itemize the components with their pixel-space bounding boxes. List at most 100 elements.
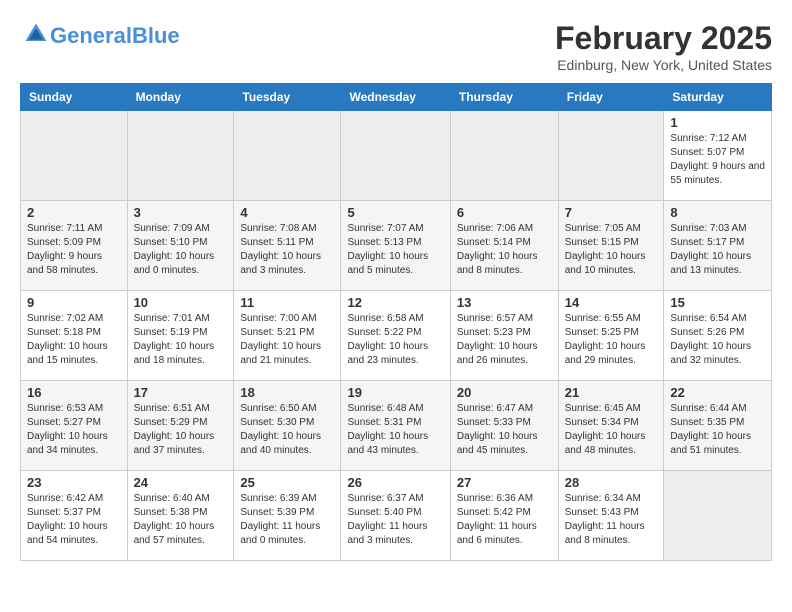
day-number: 11 <box>240 295 334 310</box>
calendar-cell <box>341 111 450 201</box>
calendar-cell: 2 Sunrise: 7:11 AM Sunset: 5:09 PM Daylig… <box>21 201 128 291</box>
day-info: Sunrise: 7:06 AM Sunset: 5:14 PM Dayligh… <box>457 222 552 278</box>
day-number: 13 <box>457 295 552 310</box>
day-info: Sunrise: 6:53 AM Sunset: 5:27 PM Dayligh… <box>27 402 121 458</box>
day-info: Sunrise: 7:05 AM Sunset: 5:15 PM Dayligh… <box>565 222 658 278</box>
calendar-cell <box>234 111 341 201</box>
calendar-cell: 13 Sunrise: 6:57 AM Sunset: 5:23 PM Dayli… <box>450 291 558 381</box>
day-info: Sunrise: 7:09 AM Sunset: 5:10 PM Dayligh… <box>134 222 228 278</box>
calendar-cell: 20 Sunrise: 6:47 AM Sunset: 5:33 PM Dayli… <box>450 381 558 471</box>
col-header-thursday: Thursday <box>450 84 558 111</box>
calendar-cell: 3Sunrise: 7:09 AM Sunset: 5:10 PM Daylig… <box>127 201 234 291</box>
day-info: Sunrise: 7:11 AM Sunset: 5:09 PM Dayligh… <box>27 222 121 278</box>
logo-line2: Blue <box>132 23 180 48</box>
calendar-cell: 10 Sunrise: 7:01 AM Sunset: 5:19 PM Dayli… <box>127 291 234 381</box>
logo: GeneralBlue <box>20 20 180 53</box>
calendar-cell: 9 Sunrise: 7:02 AM Sunset: 5:18 PM Daylig… <box>21 291 128 381</box>
day-number: 26 <box>347 475 443 490</box>
calendar-cell: 19 Sunrise: 6:48 AM Sunset: 5:31 PM Dayli… <box>341 381 450 471</box>
day-number: 7 <box>565 205 658 220</box>
calendar-header-row: SundayMondayTuesdayWednesdayThursdayFrid… <box>21 84 772 111</box>
title-block: February 2025 Edinburg, New York, United… <box>555 20 772 73</box>
day-number: 23 <box>27 475 121 490</box>
calendar-cell: 27 Sunrise: 6:36 AM Sunset: 5:42 PM Dayli… <box>450 471 558 561</box>
calendar-cell: 14 Sunrise: 6:55 AM Sunset: 5:25 PM Dayli… <box>558 291 664 381</box>
calendar-table: SundayMondayTuesdayWednesdayThursdayFrid… <box>20 83 772 561</box>
calendar-cell: 26 Sunrise: 6:37 AM Sunset: 5:40 PM Dayli… <box>341 471 450 561</box>
day-info: Sunrise: 6:48 AM Sunset: 5:31 PM Dayligh… <box>347 402 443 458</box>
calendar-cell: 17 Sunrise: 6:51 AM Sunset: 5:29 PM Dayli… <box>127 381 234 471</box>
page-header: GeneralBlue February 2025 Edinburg, New … <box>20 20 772 73</box>
calendar-cell: 23 Sunrise: 6:42 AM Sunset: 5:37 PM Dayli… <box>21 471 128 561</box>
calendar-cell: 6 Sunrise: 7:06 AM Sunset: 5:14 PM Daylig… <box>450 201 558 291</box>
day-number: 28 <box>565 475 658 490</box>
day-number: 17 <box>134 385 228 400</box>
day-number: 1 <box>670 115 765 130</box>
calendar-cell: 22 Sunrise: 6:44 AM Sunset: 5:35 PM Dayli… <box>664 381 772 471</box>
col-header-friday: Friday <box>558 84 664 111</box>
day-info: Sunrise: 6:58 AM Sunset: 5:22 PM Dayligh… <box>347 312 443 368</box>
col-header-wednesday: Wednesday <box>341 84 450 111</box>
day-number: 19 <box>347 385 443 400</box>
day-number: 8 <box>670 205 765 220</box>
calendar-week-row: 1Sunrise: 7:12 AM Sunset: 5:07 PM Daylig… <box>21 111 772 201</box>
day-number: 21 <box>565 385 658 400</box>
calendar-cell: 21 Sunrise: 6:45 AM Sunset: 5:34 PM Dayli… <box>558 381 664 471</box>
col-header-saturday: Saturday <box>664 84 772 111</box>
day-info: Sunrise: 6:47 AM Sunset: 5:33 PM Dayligh… <box>457 402 552 458</box>
day-number: 5 <box>347 205 443 220</box>
calendar-cell <box>450 111 558 201</box>
day-info: Sunrise: 6:44 AM Sunset: 5:35 PM Dayligh… <box>670 402 765 458</box>
day-info: Sunrise: 6:40 AM Sunset: 5:38 PM Dayligh… <box>134 492 228 548</box>
calendar-cell <box>21 111 128 201</box>
day-info: Sunrise: 6:42 AM Sunset: 5:37 PM Dayligh… <box>27 492 121 548</box>
day-info: Sunrise: 6:55 AM Sunset: 5:25 PM Dayligh… <box>565 312 658 368</box>
day-info: Sunrise: 7:01 AM Sunset: 5:19 PM Dayligh… <box>134 312 228 368</box>
calendar-cell: 8 Sunrise: 7:03 AM Sunset: 5:17 PM Daylig… <box>664 201 772 291</box>
day-info: Sunrise: 6:39 AM Sunset: 5:39 PM Dayligh… <box>240 492 334 548</box>
day-info: Sunrise: 7:07 AM Sunset: 5:13 PM Dayligh… <box>347 222 443 278</box>
day-number: 2 <box>27 205 121 220</box>
day-info: Sunrise: 6:51 AM Sunset: 5:29 PM Dayligh… <box>134 402 228 458</box>
calendar-week-row: 16 Sunrise: 6:53 AM Sunset: 5:27 PM Dayli… <box>21 381 772 471</box>
calendar-cell: 28Sunrise: 6:34 AM Sunset: 5:43 PM Dayli… <box>558 471 664 561</box>
calendar-cell: 24 Sunrise: 6:40 AM Sunset: 5:38 PM Dayli… <box>127 471 234 561</box>
day-number: 24 <box>134 475 228 490</box>
calendar-week-row: 9 Sunrise: 7:02 AM Sunset: 5:18 PM Daylig… <box>21 291 772 381</box>
day-info: Sunrise: 6:50 AM Sunset: 5:30 PM Dayligh… <box>240 402 334 458</box>
day-number: 4 <box>240 205 334 220</box>
day-number: 6 <box>457 205 552 220</box>
col-header-monday: Monday <box>127 84 234 111</box>
day-info: Sunrise: 6:45 AM Sunset: 5:34 PM Dayligh… <box>565 402 658 458</box>
day-number: 10 <box>134 295 228 310</box>
calendar-week-row: 23 Sunrise: 6:42 AM Sunset: 5:37 PM Dayli… <box>21 471 772 561</box>
col-header-tuesday: Tuesday <box>234 84 341 111</box>
calendar-cell: 1Sunrise: 7:12 AM Sunset: 5:07 PM Daylig… <box>664 111 772 201</box>
calendar-cell: 4 Sunrise: 7:08 AM Sunset: 5:11 PM Daylig… <box>234 201 341 291</box>
day-info: Sunrise: 7:00 AM Sunset: 5:21 PM Dayligh… <box>240 312 334 368</box>
calendar-cell <box>664 471 772 561</box>
calendar-cell: 25Sunrise: 6:39 AM Sunset: 5:39 PM Dayli… <box>234 471 341 561</box>
day-info: Sunrise: 7:02 AM Sunset: 5:18 PM Dayligh… <box>27 312 121 368</box>
day-info: Sunrise: 7:08 AM Sunset: 5:11 PM Dayligh… <box>240 222 334 278</box>
day-number: 27 <box>457 475 552 490</box>
location: Edinburg, New York, United States <box>555 57 772 73</box>
calendar-cell: 11 Sunrise: 7:00 AM Sunset: 5:21 PM Dayli… <box>234 291 341 381</box>
calendar-cell: 18Sunrise: 6:50 AM Sunset: 5:30 PM Dayli… <box>234 381 341 471</box>
day-info: Sunrise: 6:54 AM Sunset: 5:26 PM Dayligh… <box>670 312 765 368</box>
day-number: 9 <box>27 295 121 310</box>
day-number: 15 <box>670 295 765 310</box>
day-number: 12 <box>347 295 443 310</box>
day-info: Sunrise: 6:37 AM Sunset: 5:40 PM Dayligh… <box>347 492 443 548</box>
day-number: 22 <box>670 385 765 400</box>
day-number: 14 <box>565 295 658 310</box>
calendar-cell: 16 Sunrise: 6:53 AM Sunset: 5:27 PM Dayli… <box>21 381 128 471</box>
day-info: Sunrise: 6:36 AM Sunset: 5:42 PM Dayligh… <box>457 492 552 548</box>
day-info: Sunrise: 7:03 AM Sunset: 5:17 PM Dayligh… <box>670 222 765 278</box>
day-number: 16 <box>27 385 121 400</box>
day-number: 20 <box>457 385 552 400</box>
day-info: Sunrise: 6:57 AM Sunset: 5:23 PM Dayligh… <box>457 312 552 368</box>
calendar-cell: 5 Sunrise: 7:07 AM Sunset: 5:13 PM Daylig… <box>341 201 450 291</box>
calendar-cell <box>558 111 664 201</box>
col-header-sunday: Sunday <box>21 84 128 111</box>
